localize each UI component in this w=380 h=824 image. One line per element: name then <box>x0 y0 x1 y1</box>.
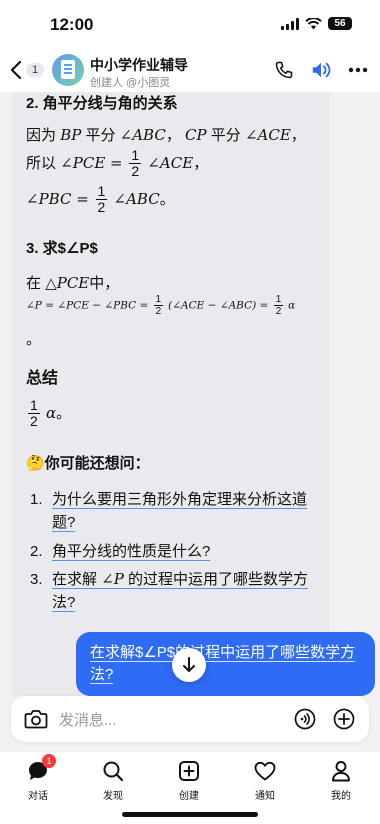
back-button[interactable]: 1 <box>10 60 45 80</box>
chat-scroll-area[interactable]: 2. 角平分线与角的关系 因为 BP 平分 ∠ABC， CP 平分 ∠ACE， … <box>0 92 380 696</box>
user-message: 在求解$∠P$的过程中运用了哪些数学方法? <box>76 632 375 696</box>
tab-discover[interactable]: 发现 <box>83 758 143 802</box>
status-bar: 12:00 56 <box>0 0 380 50</box>
followup-question[interactable]: 1. 为什么要用三角形外角定理来分析这道题? <box>30 488 320 535</box>
summary-title: 总结 <box>26 370 59 387</box>
notification-badge: 1 <box>42 754 56 768</box>
create-icon <box>179 761 199 781</box>
scroll-to-bottom-button[interactable] <box>172 648 206 682</box>
camera-icon[interactable] <box>24 708 48 730</box>
summary-line: 12 α。 <box>28 397 72 430</box>
bot-title: 中小学作业辅导 <box>90 57 188 73</box>
answer-formula: ∠P = ∠PCE − ∠PBC = 12 (∠ACE − ∠ABC) = 12… <box>26 294 296 317</box>
tab-create[interactable]: 创建 <box>159 758 219 802</box>
answer-line: ∠PBC = 12 ∠ABC。 <box>26 183 175 216</box>
unread-count-badge: 1 <box>26 63 45 77</box>
message-input-bar: 发消息... <box>11 696 369 742</box>
voice-input-icon[interactable] <box>294 708 316 730</box>
followup-question[interactable]: 2. 角平分线的性质是什么? <box>30 540 320 563</box>
arrow-down-icon <box>183 657 195 672</box>
phone-icon[interactable] <box>274 60 294 80</box>
fraction: 12 <box>273 294 284 317</box>
book-icon <box>61 60 75 79</box>
tab-label: 创建 <box>179 791 199 802</box>
followup-question[interactable]: 3. 在求解 ∠P 的过程中运用了哪些数学方法? <box>30 568 320 615</box>
person-icon <box>332 761 350 782</box>
section-title: 2. 角平分线与角的关系 <box>26 95 178 112</box>
fraction: 12 <box>129 147 142 180</box>
home-indicator <box>122 812 258 817</box>
status-time: 12:00 <box>50 15 94 34</box>
message-input[interactable]: 发消息... <box>59 709 117 730</box>
tab-label: 发现 <box>103 791 123 802</box>
wifi-icon <box>305 17 322 29</box>
add-attachment-icon[interactable] <box>333 708 355 730</box>
answer-line: 所以 ∠PCE = 12 ∠ACE， <box>26 147 209 180</box>
speaker-icon[interactable] <box>310 60 332 80</box>
tab-label: 我的 <box>331 791 351 802</box>
heart-icon <box>254 761 276 781</box>
tab-label: 通知 <box>255 791 275 802</box>
followup-title: 🤔你可能还想问： <box>26 455 150 472</box>
tab-profile[interactable]: 我的 <box>311 758 371 802</box>
tab-chat[interactable]: 1 对话 <box>8 754 68 802</box>
answer-line: 因为 BP 平分 ∠ABC， CP 平分 ∠ACE， <box>26 126 306 144</box>
fraction: 12 <box>95 183 108 216</box>
chat-header: 1 中小学作业辅导 创建人 @小图灵 <box>0 50 380 92</box>
answer-line: 在 △PCE中， <box>26 274 120 292</box>
more-options-icon[interactable] <box>348 67 368 73</box>
tab-notifications[interactable]: 通知 <box>235 758 295 802</box>
answer-line: 。 <box>26 331 42 348</box>
bot-creator[interactable]: 创建人 @小图灵 <box>90 74 170 90</box>
tab-label: 对话 <box>28 791 48 802</box>
section-title: 3. 求$∠P$ <box>26 240 98 257</box>
fraction: 12 <box>153 294 164 317</box>
fraction: 12 <box>28 397 40 430</box>
bot-avatar[interactable] <box>52 54 84 86</box>
status-icons: 56 <box>281 17 352 30</box>
chevron-left-icon <box>10 60 22 80</box>
battery-icon: 56 <box>328 17 352 30</box>
search-icon <box>103 761 124 782</box>
signal-icon <box>281 17 299 30</box>
